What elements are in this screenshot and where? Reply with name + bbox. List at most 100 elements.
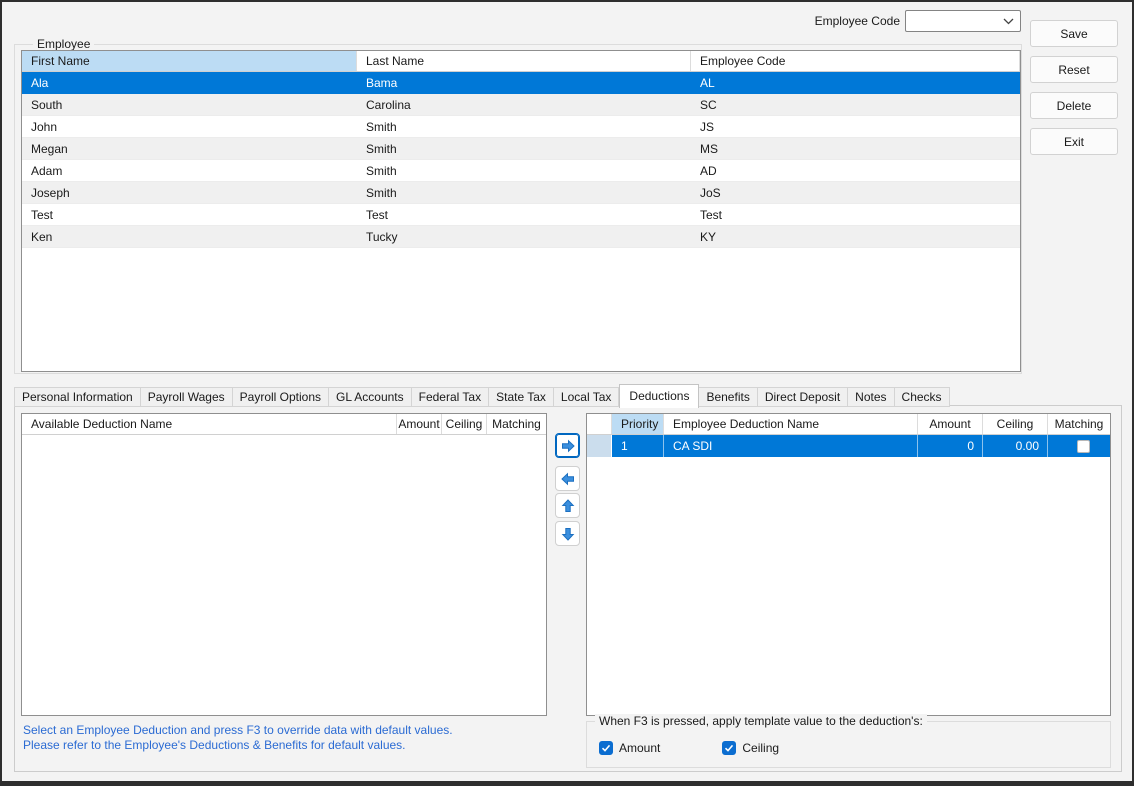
employee-listview[interactable]: First Name Last Name Employee Code AlaBa… [21,50,1021,372]
employee-cell: AL [691,72,1020,93]
f3-options-groupbox: When F3 is pressed, apply template value… [586,721,1111,768]
arrow-right-icon [560,438,576,454]
employee-row-ms[interactable]: MeganSmithMS [22,138,1020,160]
employee-row-ky[interactable]: KenTuckyKY [22,226,1020,248]
employee-cell: Test [22,204,357,225]
employee-deductions-header: Priority Employee Deduction Name Amount … [587,414,1110,435]
employee-groupbox: Employee First Name Last Name Employee C… [14,44,1022,374]
employee-cell: MS [691,138,1020,159]
column-header-ceiling[interactable]: Ceiling [442,414,487,434]
tab-local-tax[interactable]: Local Tax [554,387,619,407]
employee-cell: Bama [357,72,691,93]
employee-cell: John [22,116,357,137]
tab-payroll-options[interactable]: Payroll Options [233,387,329,407]
tab-payroll-wages[interactable]: Payroll Wages [141,387,233,407]
tab-notes[interactable]: Notes [848,387,894,407]
move-right-button[interactable] [555,433,580,458]
employee-cell: Test [357,204,691,225]
employee-cell: Test [691,204,1020,225]
tab-personal-information[interactable]: Personal Information [14,387,141,407]
employee-cell: JoS [691,182,1020,203]
amount-checkbox[interactable] [599,741,613,755]
employee-row-js[interactable]: JohnSmithJS [22,116,1020,138]
employee-cell: Adam [22,160,357,181]
employee-cell: Ken [22,226,357,247]
employee-cell: AD [691,160,1020,181]
column-header-matching[interactable]: Matching [487,414,546,434]
chevron-down-icon [1003,18,1014,25]
row-selector-cell[interactable] [587,435,612,457]
employee-cell: Carolina [357,94,691,115]
column-header-ceiling[interactable]: Ceiling [983,414,1048,434]
reset-button[interactable]: Reset [1030,56,1118,83]
move-up-button[interactable] [555,493,580,518]
employee-row-jos[interactable]: JosephSmithJoS [22,182,1020,204]
employee-code-combobox[interactable] [905,10,1021,32]
column-header-employee-code[interactable]: Employee Code [691,51,1020,71]
ceiling-checkbox-label: Ceiling [742,741,779,755]
f3-options-row: Amount Ceiling [587,741,1110,755]
column-header-available-deduction-name[interactable]: Available Deduction Name [22,414,397,434]
move-down-button[interactable] [555,521,580,546]
column-header-amount[interactable]: Amount [918,414,983,434]
employee-cell: Smith [357,182,691,203]
f3-options-title: When F3 is pressed, apply template value… [595,714,927,728]
f3-instructions: Select an Employee Deduction and press F… [23,723,563,753]
arrow-up-icon [560,498,576,514]
deductions-tab-page: Available Deduction Name Amount Ceiling … [14,405,1122,772]
tab-state-tax[interactable]: State Tax [489,387,554,407]
employee-code-label: Employee Code [772,14,900,28]
amount-cell[interactable]: 0 [918,435,983,457]
column-header-priority[interactable]: Priority [612,414,664,434]
ceiling-cell[interactable]: 0.00 [983,435,1048,457]
tab-gl-accounts[interactable]: GL Accounts [329,387,412,407]
deduction-name-cell: CA SDI [664,435,918,457]
ceiling-checkbox[interactable] [722,741,736,755]
arrow-down-icon [560,526,576,542]
employee-deductions-grid[interactable]: Priority Employee Deduction Name Amount … [586,413,1111,716]
f3-instructions-line1: Select an Employee Deduction and press F… [23,723,563,738]
save-button[interactable]: Save [1030,20,1118,47]
tab-strip: Personal InformationPayroll WagesPayroll… [14,383,950,407]
priority-cell: 1 [612,435,664,457]
matching-checkbox[interactable] [1077,440,1090,453]
column-header-employee-deduction-name[interactable]: Employee Deduction Name [664,414,918,434]
employee-row-sc[interactable]: SouthCarolinaSC [22,94,1020,116]
tab-direct-deposit[interactable]: Direct Deposit [758,387,848,407]
tab-federal-tax[interactable]: Federal Tax [412,387,489,407]
employee-row-ad[interactable]: AdamSmithAD [22,160,1020,182]
employee-list-body: AlaBamaALSouthCarolinaSCJohnSmithJSMegan… [22,72,1020,248]
available-deductions-header: Available Deduction Name Amount Ceiling … [22,414,546,435]
matching-cell [1048,435,1110,457]
checkmark-icon [724,743,734,753]
employee-cell: Megan [22,138,357,159]
column-header-amount[interactable]: Amount [397,414,442,434]
employee-row-al[interactable]: AlaBamaAL [22,72,1020,94]
amount-checkbox-label: Amount [619,741,660,755]
column-header-row-selector[interactable] [587,414,612,434]
column-header-first-name[interactable]: First Name [22,51,357,71]
employee-row-test[interactable]: TestTestTest [22,204,1020,226]
employee-cell: Joseph [22,182,357,203]
arrow-left-icon [560,471,576,487]
tab-deductions[interactable]: Deductions [619,384,699,408]
column-header-matching[interactable]: Matching [1048,414,1110,434]
move-left-button[interactable] [555,466,580,491]
employee-cell: Smith [357,160,691,181]
employee-cell: Tucky [357,226,691,247]
employee-cell: SC [691,94,1020,115]
employee-list-header: First Name Last Name Employee Code [22,51,1020,72]
employee-cell: South [22,94,357,115]
f3-instructions-line2: Please refer to the Employee's Deduction… [23,738,563,753]
tab-checks[interactable]: Checks [895,387,950,407]
employee-deduction-row[interactable]: 1 CA SDI 0 0.00 [587,435,1110,457]
tab-benefits[interactable]: Benefits [699,387,757,407]
app-window: Employee Code Save Reset Delete Exit Emp… [0,0,1134,786]
checkmark-icon [601,743,611,753]
available-deductions-listview[interactable]: Available Deduction Name Amount Ceiling … [21,413,547,716]
employee-cell: JS [691,116,1020,137]
delete-button[interactable]: Delete [1030,92,1118,119]
employee-cell: KY [691,226,1020,247]
column-header-last-name[interactable]: Last Name [357,51,691,71]
exit-button[interactable]: Exit [1030,128,1118,155]
